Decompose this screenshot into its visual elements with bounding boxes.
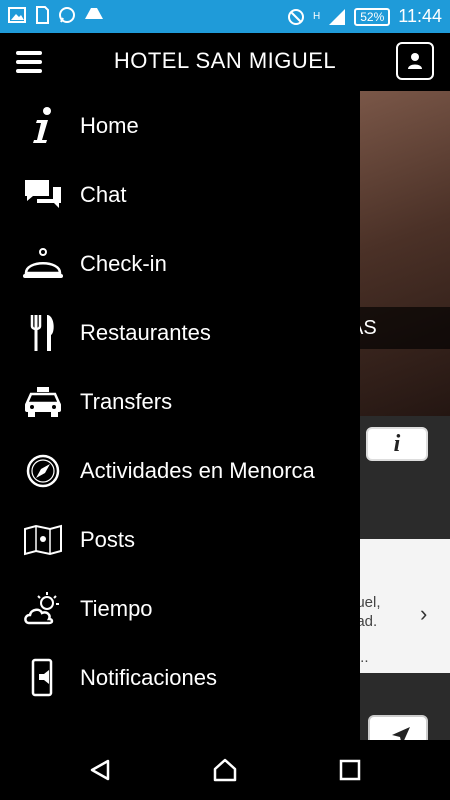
clock: 11:44 — [398, 6, 442, 26]
user-icon — [408, 53, 422, 69]
chevron-right-icon[interactable]: › — [420, 601, 427, 627]
app-title: HOTEL SAN MIGUEL — [113, 48, 337, 73]
drawer-item-label: Tiempo — [80, 596, 153, 621]
back-button[interactable] — [86, 756, 114, 784]
background-content: AS i guel, dad. ... › — [360, 91, 450, 740]
battery-icon: 52% — [354, 7, 391, 26]
navigation-drawer: Home Chat Check-in Restaurantes Transfer… — [0, 91, 360, 740]
drive-icon — [85, 8, 103, 19]
drawer-item-label: Actividades en Menorca — [80, 458, 315, 483]
navigate-button[interactable] — [368, 715, 428, 740]
drawer-item-label: Chat — [80, 182, 127, 207]
drawer-item-posts[interactable]: Posts — [0, 510, 360, 570]
drawer-item-label: Home — [80, 113, 139, 138]
drawer-item-partial[interactable] — [0, 717, 360, 740]
drawer-item-check-in[interactable]: Check-in — [0, 234, 360, 294]
network-type: H — [313, 11, 321, 22]
drawer-item-label: Transfers — [80, 389, 173, 414]
card-ellipsis: ... — [360, 649, 369, 666]
sim-icon — [36, 6, 49, 24]
home-button[interactable] — [211, 756, 239, 784]
next-item-icon — [21, 725, 65, 740]
drawer-item-label: Check-in — [80, 251, 167, 276]
chat-icon — [21, 173, 65, 217]
reception-bell-icon — [21, 242, 65, 286]
drawer-item-home[interactable]: Home — [0, 96, 360, 156]
drawer-item-label: Notificaciones — [80, 665, 217, 690]
hotel-photo: AS — [360, 91, 450, 416]
system-navigation-bar — [0, 740, 450, 800]
news-card[interactable]: guel, dad. ... › — [360, 539, 450, 673]
blocked-icon — [288, 8, 305, 25]
recents-button[interactable] — [336, 756, 364, 784]
info-button[interactable]: i — [366, 427, 428, 461]
drawer-item-label: Restaurantes — [80, 320, 211, 345]
drawer-item-transfers[interactable]: Transfers — [0, 372, 360, 432]
recents-icon — [339, 759, 361, 781]
status-right: H 52% 11:44 — [287, 6, 442, 27]
phone-notification-icon — [21, 656, 65, 700]
fork-knife-icon — [21, 311, 65, 355]
compass-icon — [21, 449, 65, 493]
info-icon — [21, 104, 65, 148]
signal-icon — [329, 8, 346, 25]
status-left-icons — [8, 6, 104, 24]
drawer-item-notificaciones[interactable]: Notificaciones — [0, 648, 360, 708]
drawer-item-tiempo[interactable]: Tiempo — [0, 579, 360, 639]
card-text-line1: guel, — [360, 594, 381, 611]
user-button[interactable] — [396, 42, 434, 80]
app-bar: HOTEL SAN MIGUEL — [0, 33, 450, 91]
drawer-item-restaurantes[interactable]: Restaurantes — [0, 303, 360, 363]
drawer-item-chat[interactable]: Chat — [0, 165, 360, 225]
taxi-icon — [21, 380, 65, 424]
info-icon: i — [393, 430, 401, 457]
navigation-arrow-icon — [392, 727, 410, 740]
drawer-item-label: Posts — [80, 527, 136, 552]
image-icon — [8, 7, 26, 23]
status-bar: H 52% 11:44 — [0, 0, 450, 33]
photo-label: AS — [360, 307, 450, 349]
weather-icon — [21, 587, 65, 631]
home-icon — [213, 758, 237, 782]
map-icon — [21, 518, 65, 562]
drawer-item-actividades[interactable]: Actividades en Menorca — [0, 441, 360, 501]
back-icon — [90, 759, 110, 781]
card-text-line2: dad. — [360, 613, 378, 630]
whatsapp-icon — [59, 7, 75, 23]
